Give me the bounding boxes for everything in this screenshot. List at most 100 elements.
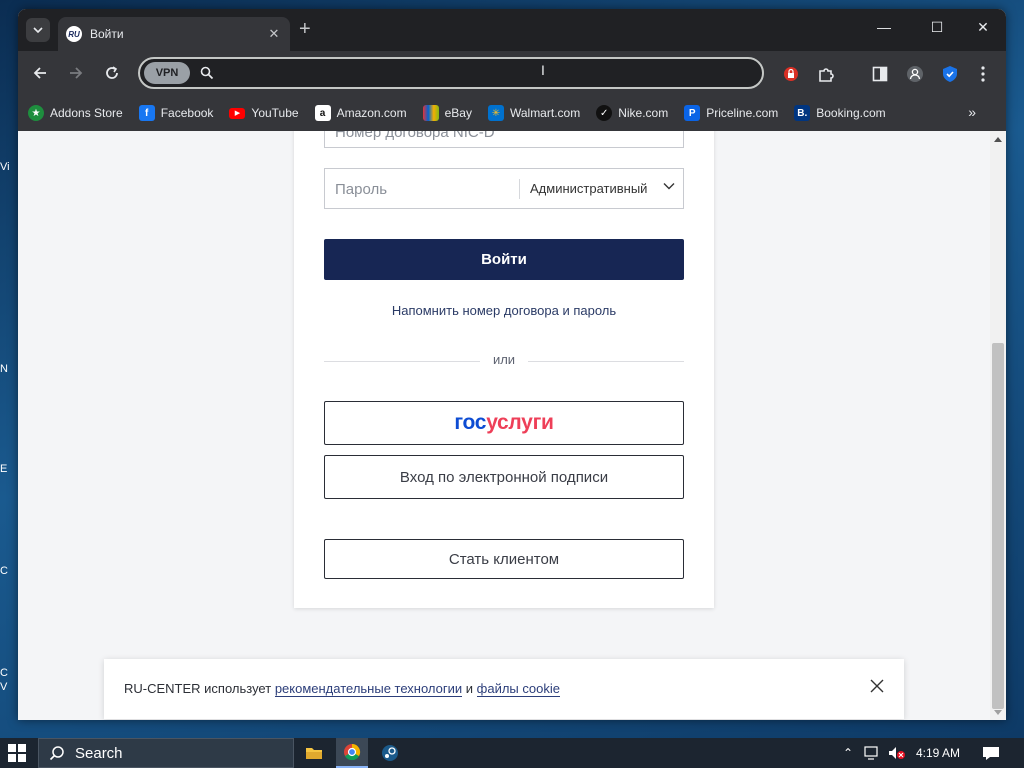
password-type-select[interactable]: Административный xyxy=(530,181,647,196)
chrome-taskbar-button[interactable] xyxy=(336,738,368,768)
tab-active[interactable]: RU Войти ✕ xyxy=(58,17,290,51)
bookmark-booking[interactable]: B. Booking.com xyxy=(794,105,886,121)
desktop-icon-label[interactable]: C xyxy=(0,564,18,578)
login-button[interactable]: Войти xyxy=(324,239,684,280)
maximize-button[interactable]: ☐ xyxy=(925,19,949,36)
password-field[interactable]: Пароль Административный xyxy=(324,168,684,209)
scrollbar-thumb[interactable] xyxy=(992,343,1004,709)
bookmark-label: Amazon.com xyxy=(336,106,407,120)
recommendation-tech-link[interactable]: рекомендательные технологии xyxy=(274,681,463,697)
booking-icon: B. xyxy=(794,105,811,121)
scroll-up-arrow-icon[interactable] xyxy=(994,137,1002,142)
file-explorer-button[interactable] xyxy=(298,738,330,768)
taskbar: Search ⌃ 4:19 AM xyxy=(0,738,1024,768)
remind-credentials-link[interactable]: Напомнить номер договора и пароль xyxy=(294,303,714,318)
cookie-text: RU-CENTER использует рекомендательные те… xyxy=(124,681,560,697)
bookmark-label: YouTube xyxy=(251,106,299,120)
browser-window: RU Войти ✕ + — ☐ ✕ VPN I ★ Addons Store … xyxy=(18,9,1006,720)
scroll-down-arrow-icon[interactable] xyxy=(994,710,1002,715)
browser-menu-button[interactable] xyxy=(972,63,994,85)
cookie-banner: RU-CENTER использует рекомендательные те… xyxy=(104,659,904,719)
gosuslugi-logo-part: гос xyxy=(454,411,487,434)
contract-number-placeholder: Номер договора NIC-D xyxy=(335,131,495,141)
extensions-button[interactable] xyxy=(815,63,837,85)
walmart-icon: ✳ xyxy=(487,105,504,121)
chevron-down-icon xyxy=(33,27,43,33)
addons-store-icon: ★ xyxy=(28,105,44,121)
bookmarks-bar: ★ Addons Store f Facebook ▶ YouTube a Amazon… xyxy=(18,95,1006,131)
bookmark-amazon[interactable]: a Amazon.com xyxy=(314,105,407,121)
gosuslugi-logo: госуслуги xyxy=(454,411,554,435)
network-icon[interactable] xyxy=(864,746,882,760)
padlock-icon xyxy=(784,67,798,81)
profile-icon xyxy=(907,66,923,82)
profile-button[interactable] xyxy=(904,63,926,85)
page-scrollbar[interactable] xyxy=(990,131,1006,720)
new-tab-button[interactable]: + xyxy=(299,19,311,39)
vpn-toggle[interactable]: VPN xyxy=(144,62,190,84)
youtube-icon: ▶ xyxy=(229,107,246,119)
shield-extension-button[interactable] xyxy=(939,63,961,85)
folder-icon xyxy=(306,748,322,759)
desktop-icon-label[interactable]: Vi xyxy=(0,160,18,174)
more-vertical-icon xyxy=(981,66,985,82)
field-divider xyxy=(519,179,520,199)
bookmark-nike[interactable]: ✓ Nike.com xyxy=(596,105,668,121)
amazon-icon: a xyxy=(314,105,331,121)
desktop-icon-label[interactable]: E xyxy=(0,462,18,476)
cookie-files-link[interactable]: файлы cookie xyxy=(476,681,560,697)
bookmark-ebay[interactable]: eBay xyxy=(422,105,472,121)
bookmark-label: Addons Store xyxy=(50,106,123,120)
browser-toolbar: VPN I xyxy=(18,51,1006,95)
contract-number-input[interactable]: Номер договора NIC-D xyxy=(324,131,684,148)
bookmark-label: eBay xyxy=(444,106,472,120)
digital-signature-button[interactable]: Вход по электронной подписи xyxy=(324,455,684,499)
text-cursor-icon: I xyxy=(541,62,545,78)
reload-icon xyxy=(106,66,118,79)
show-hidden-icons-chevron-icon[interactable]: ⌃ xyxy=(843,746,853,760)
tab-strip: RU Войти ✕ + — ☐ ✕ xyxy=(18,9,1006,51)
forward-button[interactable] xyxy=(64,61,88,85)
desktop-icon-label[interactable]: N xyxy=(0,362,18,376)
become-client-button[interactable]: Стать клиентом xyxy=(324,539,684,579)
notifications-icon[interactable] xyxy=(982,746,1000,760)
volume-muted-icon[interactable] xyxy=(888,746,906,760)
side-panel-button[interactable] xyxy=(869,63,891,85)
priceline-icon: P xyxy=(684,105,701,121)
gosuslugi-login-button[interactable]: госуслуги xyxy=(324,401,684,445)
bookmark-label: Booking.com xyxy=(816,106,886,120)
arrow-right-icon xyxy=(70,67,83,79)
facebook-icon: f xyxy=(138,105,155,121)
tab-search-button[interactable] xyxy=(26,18,50,42)
reload-button[interactable] xyxy=(100,61,124,85)
bookmark-facebook[interactable]: f Facebook xyxy=(138,105,213,121)
taskbar-search-box[interactable]: Search xyxy=(38,738,294,768)
steam-taskbar-button[interactable] xyxy=(374,738,406,768)
side-panel-icon xyxy=(872,66,888,82)
password-placeholder: Пароль xyxy=(335,181,388,198)
chrome-icon xyxy=(344,743,361,761)
back-button[interactable] xyxy=(28,61,52,85)
bookmark-priceline[interactable]: P Priceline.com xyxy=(684,105,778,121)
bookmark-walmart[interactable]: ✳ Walmart.com xyxy=(487,105,581,121)
bookmark-youtube[interactable]: ▶ YouTube xyxy=(229,106,299,120)
more-bookmarks-icon[interactable]: » xyxy=(968,104,976,120)
or-separator-text: или xyxy=(492,352,516,367)
taskbar-clock[interactable]: 4:19 AM xyxy=(916,746,960,760)
address-bar[interactable]: VPN I xyxy=(138,57,764,89)
bookmark-addons-store[interactable]: ★ Addons Store xyxy=(28,105,123,121)
lock-extension-button[interactable] xyxy=(780,63,802,85)
close-window-button[interactable]: ✕ xyxy=(971,19,995,36)
minimize-button[interactable]: — xyxy=(872,19,896,35)
page-content: Номер договора NIC-D Пароль Администрати… xyxy=(18,131,1006,720)
taskbar-search-label: Search xyxy=(75,744,123,762)
close-tab-icon[interactable]: ✕ xyxy=(266,26,282,42)
bookmark-label: Walmart.com xyxy=(509,106,581,120)
search-icon xyxy=(200,66,214,80)
desktop-icon-label[interactable]: C V xyxy=(0,666,18,694)
arrow-left-icon xyxy=(33,67,46,79)
bookmark-label: Priceline.com xyxy=(706,106,779,120)
start-button[interactable] xyxy=(8,744,26,762)
puzzle-icon xyxy=(819,68,834,82)
close-icon[interactable] xyxy=(870,679,884,693)
